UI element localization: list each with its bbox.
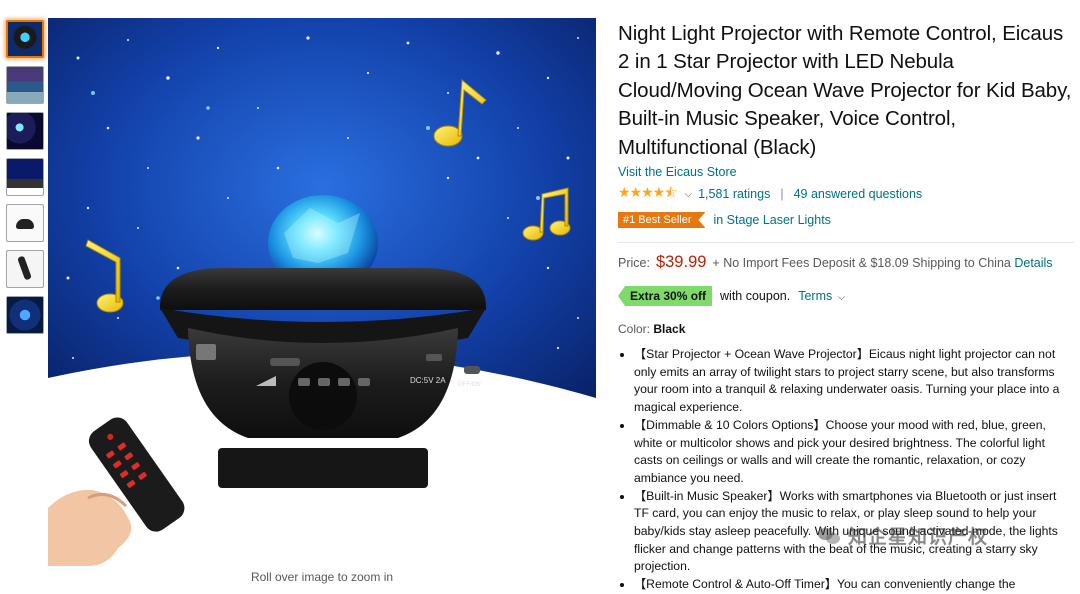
wechat-icon [818,526,842,546]
price-row: Price: $39.99 + No Import Fees Deposit &… [618,253,1074,272]
star-rating-icon[interactable]: ★★★★⯪ [618,182,677,206]
color-value: Black [653,322,686,337]
switch-label: OFF/ON [458,382,481,388]
product-title: Night Light Projector with Remote Contro… [618,22,1072,159]
port-label: DC:5V 2A [410,376,446,385]
color-label: Color: [618,322,651,337]
best-seller-badge: #1 Best Seller [618,212,705,228]
thumbnail-strip [6,20,46,342]
thumbnail-6[interactable] [6,250,44,288]
bullet-item: 【Remote Control & Auto-Off Timer】You can… [634,576,1074,594]
feature-bullets: 【Star Projector + Ocean Wave Projector】E… [618,346,1074,594]
bullet-item: 【Star Projector + Ocean Wave Projector】E… [634,346,1074,417]
coupon-badge[interactable]: Extra 30% off [618,286,713,307]
ratings-link[interactable]: 1,581 ratings [698,187,770,201]
watermark: 知企星知识产权 [818,522,988,549]
category-link[interactable]: in Stage Laser Lights [713,213,830,227]
price-label: Price: [618,256,650,271]
chevron-down-icon[interactable]: ⌵ [684,189,692,200]
divider [618,242,1074,244]
thumbnail-4[interactable] [6,158,44,196]
bestseller-row: #1 Best Seller in Stage Laser Lights [618,212,1074,228]
bullet-item: 【Dimmable & 10 Colors Options】Choose you… [634,417,1074,488]
price-value: $39.99 [655,253,707,272]
thumbnail-1[interactable] [6,20,44,58]
chevron-down-icon: ⌵ [837,292,846,304]
watermark-text: 知企星知识产权 [848,527,989,548]
coupon-text: with coupon. [720,289,791,304]
answered-questions-link[interactable]: 49 answered questions [794,187,923,201]
thumbnail-5[interactable] [6,204,44,242]
coupon-row: Extra 30% off with coupon. Terms ⌵ [618,286,1074,307]
details-link[interactable]: Details [1014,256,1052,270]
thumbnail-3[interactable] [6,112,44,150]
color-row: Color: Black [618,322,1074,336]
product-details: Night Light Projector with Remote Contro… [618,20,1074,594]
zoom-hint: Roll over image to zoom in [250,570,394,584]
thumbnail-7[interactable] [6,296,44,334]
separator: | [780,187,784,202]
main-product-image[interactable]: DC:5V 2A OFF/ON [48,18,596,566]
shipping-fees: + No Import Fees Deposit & $18.09 Shippi… [712,256,1053,271]
terms-link[interactable]: Terms ⌵ [798,289,845,303]
store-link[interactable]: Visit the Eicaus Store [618,165,1074,179]
rating-row: ★★★★⯪ ⌵ 1,581 ratings | 49 answered ques… [618,182,1074,206]
thumbnail-2[interactable] [6,66,44,104]
